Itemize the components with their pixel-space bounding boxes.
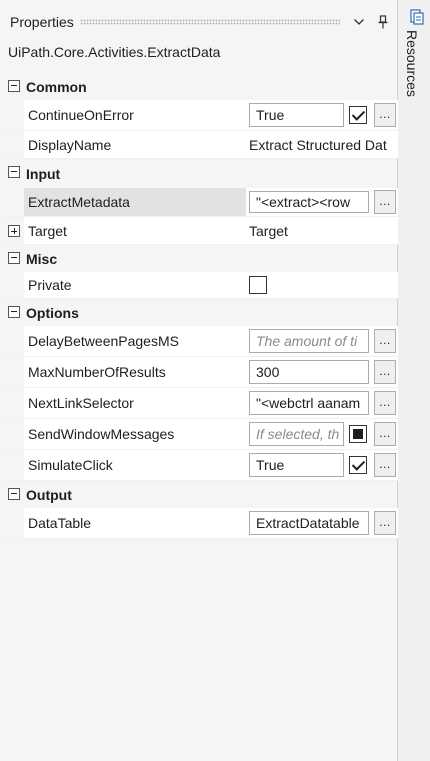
pin-icon[interactable] xyxy=(374,13,392,31)
properties-panel: Properties UiPath.Core.Activities.Extrac… xyxy=(0,0,398,761)
max-number-of-results-ellipsis-button[interactable]: ... xyxy=(374,360,396,384)
send-window-messages-checkbox[interactable] xyxy=(349,425,367,443)
property-row-send-window-messages: SendWindowMessages If selected, th ... xyxy=(4,419,398,450)
display-name-value[interactable]: Extract Structured Dat xyxy=(249,137,399,153)
data-table-input[interactable]: ExtractDatatable xyxy=(249,511,369,535)
category-label: Misc xyxy=(26,250,58,267)
simulate-click-ellipsis-button[interactable]: ... xyxy=(374,453,396,477)
category-common[interactable]: Common xyxy=(4,73,398,100)
property-row-next-link-selector: NextLinkSelector "<webctrl aanam ... xyxy=(4,388,398,419)
category-label: Input xyxy=(26,165,61,182)
target-value: Target xyxy=(249,222,288,239)
drag-grip[interactable] xyxy=(79,19,340,25)
activity-type-label: UiPath.Core.Activities.ExtractData xyxy=(8,44,221,60)
data-table-ellipsis-button[interactable]: ... xyxy=(374,511,396,535)
property-grid: Common ContinueOnError True ... DisplayN… xyxy=(4,73,398,539)
collapse-icon[interactable] xyxy=(8,80,20,92)
property-name: ContinueOnError xyxy=(28,107,134,123)
property-row-continue-on-error: ContinueOnError True ... xyxy=(4,100,398,131)
resources-icon[interactable] xyxy=(410,9,424,25)
property-row-simulate-click: SimulateClick True ... xyxy=(4,450,398,481)
property-name: Private xyxy=(28,277,72,293)
continue-on-error-input[interactable]: True xyxy=(249,103,344,127)
send-window-messages-ellipsis-button[interactable]: ... xyxy=(374,422,396,446)
category-label: Common xyxy=(26,78,87,95)
delay-between-pages-input[interactable]: The amount of ti xyxy=(249,329,369,353)
property-row-display-name: DisplayName Extract Structured Dat xyxy=(4,131,398,159)
send-window-messages-input[interactable]: If selected, th xyxy=(249,422,344,446)
collapse-icon[interactable] xyxy=(8,252,20,264)
delay-between-pages-ellipsis-button[interactable]: ... xyxy=(374,329,396,353)
category-options[interactable]: Options xyxy=(4,299,398,326)
collapse-icon[interactable] xyxy=(8,166,20,178)
property-row-extract-metadata: ExtractMetadata "<extract><row ... xyxy=(4,188,398,217)
property-name: SimulateClick xyxy=(28,457,113,473)
next-link-selector-ellipsis-button[interactable]: ... xyxy=(374,391,396,415)
next-link-selector-input[interactable]: "<webctrl aanam xyxy=(249,391,369,415)
property-name: DataTable xyxy=(28,515,92,531)
continue-on-error-ellipsis-button[interactable]: ... xyxy=(374,103,396,127)
max-number-of-results-input[interactable]: 300 xyxy=(249,360,369,384)
category-label: Options xyxy=(26,304,79,321)
continue-on-error-checkbox[interactable] xyxy=(349,106,367,124)
category-input[interactable]: Input xyxy=(4,159,398,188)
property-name: SendWindowMessages xyxy=(28,426,175,442)
property-row-max-number-of-results: MaxNumberOfResults 300 ... xyxy=(4,357,398,388)
panel-title: Properties xyxy=(10,14,74,30)
expand-icon[interactable] xyxy=(8,225,20,237)
property-row-private: Private xyxy=(4,272,398,299)
simulate-click-input[interactable]: True xyxy=(249,453,344,477)
collapse-icon[interactable] xyxy=(8,488,20,500)
property-name: ExtractMetadata xyxy=(24,188,246,216)
resources-tab[interactable]: Resources xyxy=(404,30,420,97)
simulate-click-checkbox[interactable] xyxy=(349,456,367,474)
property-name: DisplayName xyxy=(28,136,112,153)
property-name: NextLinkSelector xyxy=(28,395,134,411)
extract-metadata-ellipsis-button[interactable]: ... xyxy=(374,190,396,214)
property-name: Target xyxy=(28,222,67,239)
property-row-data-table: DataTable ExtractDatatable ... xyxy=(4,508,398,539)
extract-metadata-input[interactable]: "<extract><row xyxy=(249,191,369,213)
private-checkbox[interactable] xyxy=(249,276,267,294)
dropdown-arrow-icon[interactable] xyxy=(350,13,368,31)
property-name: DelayBetweenPagesMS xyxy=(28,333,179,349)
category-label: Output xyxy=(26,486,72,503)
category-misc[interactable]: Misc xyxy=(4,245,398,272)
category-output[interactable]: Output xyxy=(4,481,398,508)
property-row-delay-between-pages: DelayBetweenPagesMS The amount of ti ... xyxy=(4,326,398,357)
panel-titlebar: Properties xyxy=(0,8,398,36)
side-tab-strip: Resources xyxy=(398,0,430,761)
property-row-target: Target Target xyxy=(4,217,398,245)
collapse-icon[interactable] xyxy=(8,306,20,318)
property-name: MaxNumberOfResults xyxy=(28,364,166,380)
